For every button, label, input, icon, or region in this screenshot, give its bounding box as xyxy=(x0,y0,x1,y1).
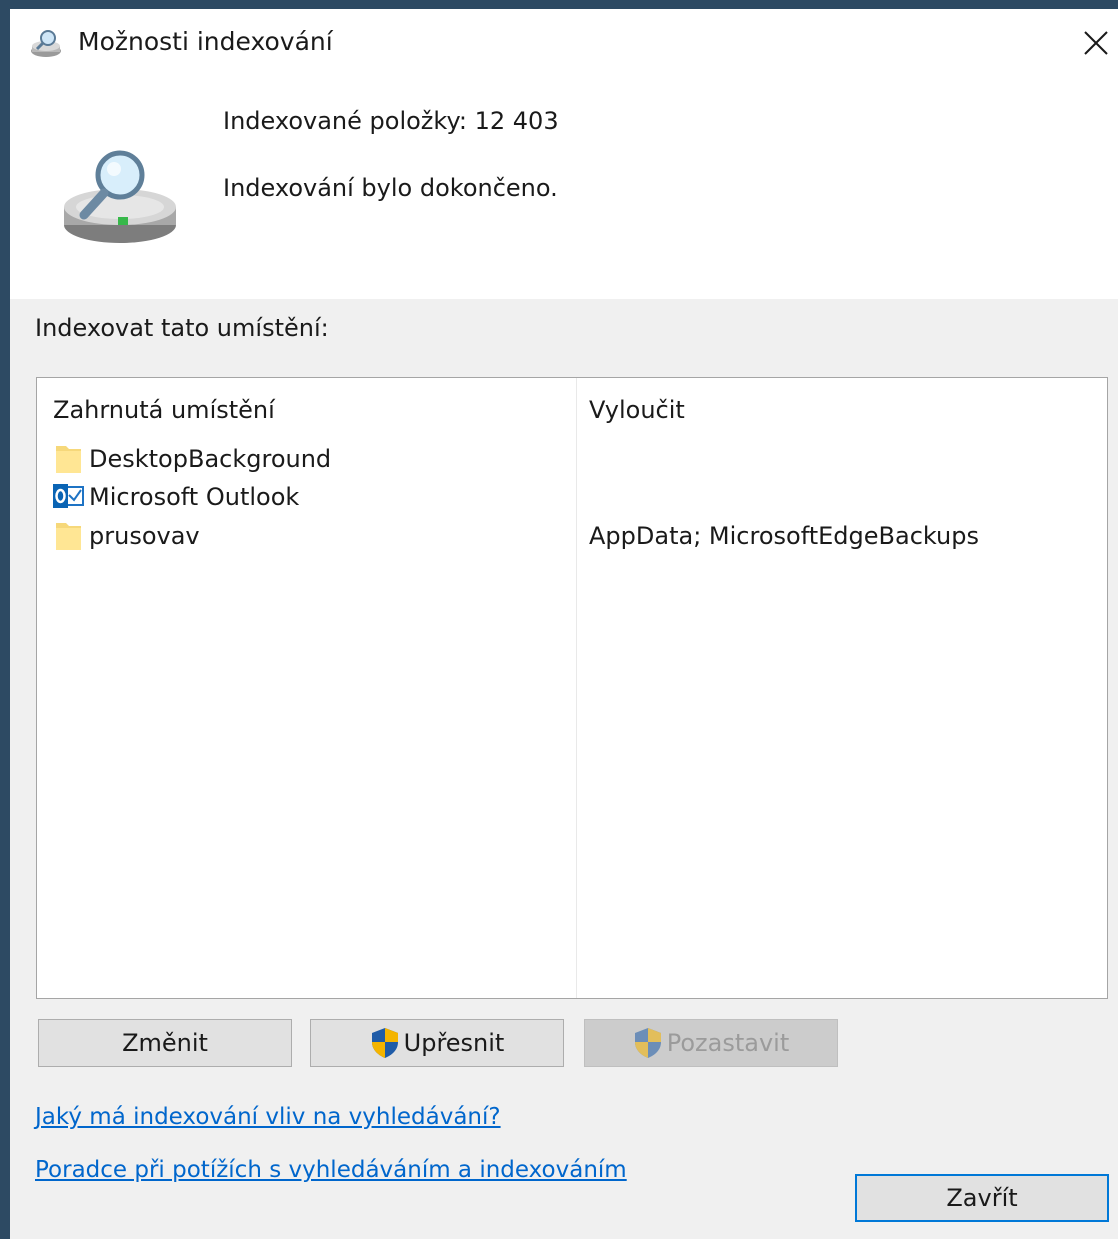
column-divider xyxy=(576,378,577,998)
indexing-effect-link[interactable]: Jaký má indexování vliv na vyhledávání? xyxy=(35,1104,501,1130)
locations-list[interactable]: Zahrnutá umístění Vyloučit DesktopBackgr… xyxy=(36,377,1108,999)
indexing-options-dialog: Možnosti indexování Indexované položky: … xyxy=(10,9,1118,1239)
list-item[interactable]: prusovav xyxy=(53,517,553,555)
uac-shield-icon xyxy=(371,1028,398,1058)
exclude-header: Vyloučit xyxy=(589,396,685,424)
title-bar: Možnosti indexování xyxy=(10,9,1118,79)
outlook-icon xyxy=(53,484,84,508)
index-locations-label: Indexovat tato umístění: xyxy=(35,314,329,342)
folder-icon xyxy=(56,446,81,473)
indexing-app-icon xyxy=(31,30,61,57)
close-button-label: Zavřít xyxy=(946,1184,1018,1212)
location-name: prusovav xyxy=(89,522,200,550)
excluded-folders: AppData; MicrosoftEdgeBackups xyxy=(589,522,979,550)
list-item[interactable]: DesktopBackground xyxy=(53,440,553,478)
modify-button-label: Změnit xyxy=(122,1029,208,1057)
drive-search-icon xyxy=(64,150,176,243)
advanced-button-label: Upřesnit xyxy=(403,1029,505,1057)
pause-button-label: Pozastavit xyxy=(666,1029,790,1057)
status-panel: Indexované položky: 12 403 Indexování by… xyxy=(10,79,1118,299)
window-title: Možnosti indexování xyxy=(78,27,333,56)
pause-button[interactable]: Pozastavit xyxy=(584,1019,838,1067)
modify-button[interactable]: Změnit xyxy=(38,1019,292,1067)
advanced-button[interactable]: Upřesnit xyxy=(310,1019,564,1067)
indexing-status-text: Indexování bylo dokončeno. xyxy=(223,174,558,202)
troubleshoot-link[interactable]: Poradce při potížích s vyhledáváním a in… xyxy=(35,1157,627,1183)
close-icon xyxy=(1084,31,1108,55)
close-button[interactable]: Zavřít xyxy=(855,1174,1109,1222)
close-window-button[interactable] xyxy=(1074,19,1118,67)
list-item[interactable]: Microsoft Outlook xyxy=(53,478,553,516)
uac-shield-icon xyxy=(634,1028,661,1058)
location-name: DesktopBackground xyxy=(89,445,332,473)
indexed-items-count: Indexované položky: 12 403 xyxy=(223,107,559,135)
included-locations-header: Zahrnutá umístění xyxy=(53,396,275,424)
location-name: Microsoft Outlook xyxy=(89,483,300,511)
folder-icon xyxy=(56,523,81,550)
